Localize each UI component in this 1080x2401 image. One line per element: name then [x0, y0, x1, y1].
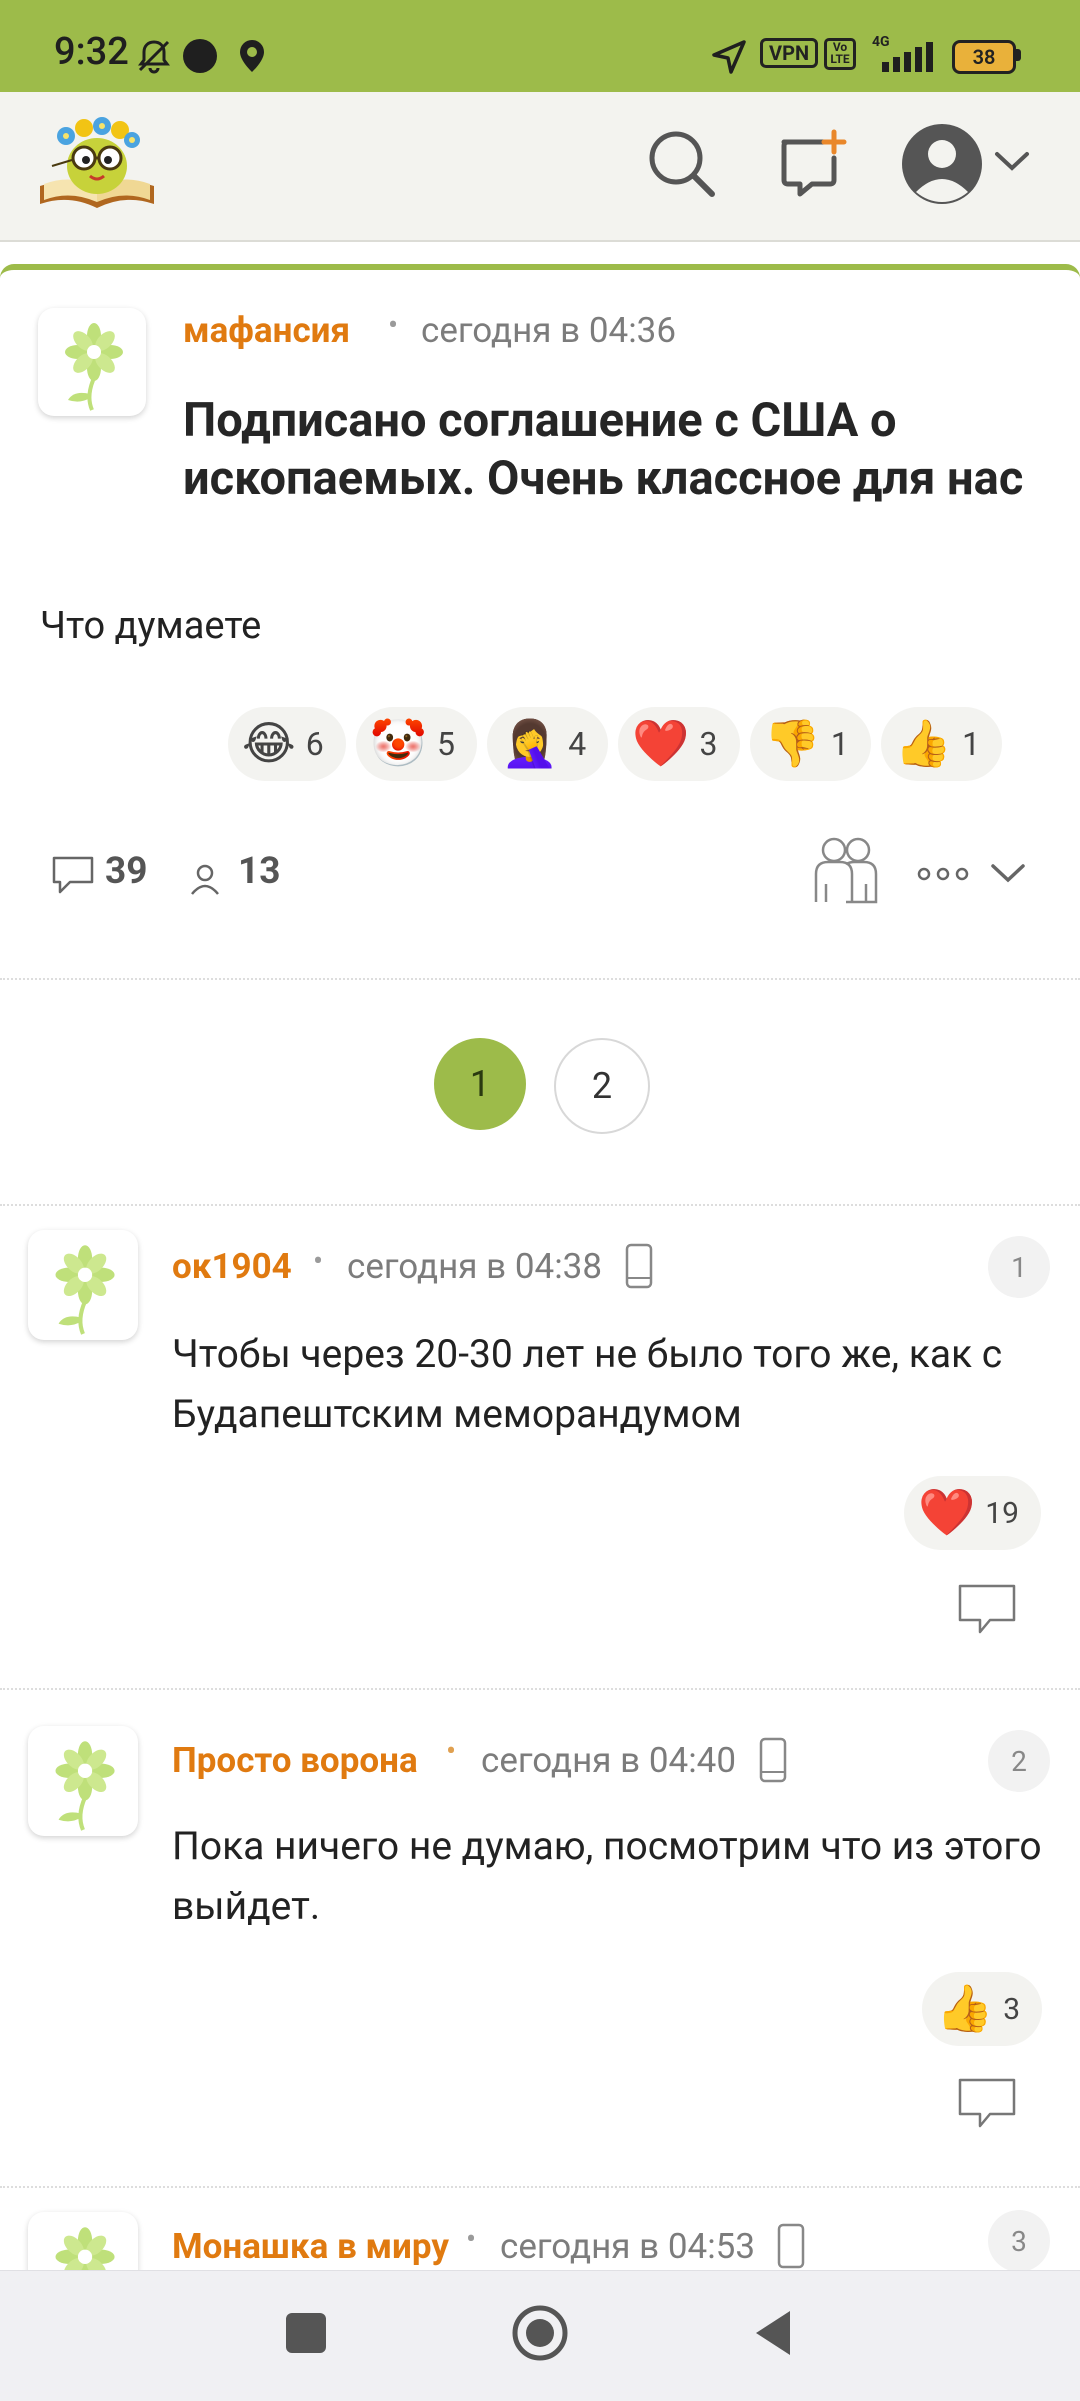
flower-avatar-icon — [55, 2227, 115, 2270]
comment-item: ок1904 • сегодня в 04:38 1 Чтобы через 2… — [0, 1206, 1080, 1686]
post-card: мафансия • сегодня в 04:36 Подписано сог… — [0, 264, 1080, 982]
home-button-icon[interactable] — [510, 2303, 570, 2363]
post-title[interactable]: Подписано соглашение с США о ископаемых.… — [183, 392, 1043, 508]
facepalm-emoji-icon: 🤦‍♀️ — [501, 717, 559, 771]
subscribers-count: 13 — [238, 850, 281, 893]
comment-author[interactable]: Монашка в миру — [172, 2226, 449, 2267]
user-avatar-icon[interactable] — [900, 122, 984, 206]
reaction-thumbs-up[interactable]: 👍 1 — [880, 707, 1003, 781]
heart-emoji-icon: ❤️ — [918, 1486, 976, 1540]
new-post-icon[interactable] — [778, 128, 850, 200]
more-options-icon[interactable] — [916, 862, 970, 886]
subscribe-people-icon[interactable] — [810, 834, 882, 906]
clown-emoji-icon: 🤡 — [369, 717, 428, 771]
reaction-count: 6 — [305, 725, 324, 763]
comment-number: 1 — [988, 1236, 1050, 1298]
comment-bubble-icon[interactable] — [50, 854, 96, 896]
signal-strength-icon — [882, 42, 933, 72]
author-avatar[interactable] — [38, 308, 146, 416]
site-logo[interactable] — [34, 106, 160, 216]
reaction-count: 4 — [568, 725, 587, 763]
reaction-bar: 😂 6 🤡 5 🤦‍♀️ 4 ❤️ 3 👎 1 👍 1 — [228, 707, 1003, 781]
reaction-count: 3 — [699, 725, 718, 763]
mobile-device-icon — [625, 1243, 653, 1289]
reply-icon[interactable] — [956, 2076, 1018, 2132]
divider — [0, 978, 1080, 980]
comment-number: 3 — [988, 2210, 1050, 2270]
reaction-heart[interactable]: ❤️ 19 — [904, 1476, 1042, 1550]
vpn-badge: VPN — [760, 38, 819, 68]
battery-indicator: 38 — [952, 40, 1016, 74]
app-header — [0, 92, 1080, 242]
reaction-thumbs-down[interactable]: 👎 1 — [749, 707, 871, 781]
mobile-device-icon — [759, 1737, 787, 1783]
separator-dot: • — [466, 2222, 477, 2257]
chevron-down-icon[interactable] — [990, 862, 1026, 886]
comment-timestamp: сегодня в 04:53 — [500, 2226, 756, 2267]
reaction-count: 1 — [830, 725, 849, 763]
page-button-1[interactable]: 1 — [434, 1038, 526, 1130]
reaction-count: 19 — [985, 1495, 1020, 1531]
comments-count[interactable]: 39 — [105, 850, 147, 893]
reaction-facepalm[interactable]: 🤦‍♀️ 4 — [487, 707, 609, 781]
comment-avatar[interactable] — [28, 1726, 138, 1836]
recents-button[interactable] — [286, 2313, 326, 2353]
navigation-arrow-icon — [712, 40, 746, 74]
thumbs-up-emoji-icon: 👍 — [936, 1982, 994, 2036]
reaction-clown[interactable]: 🤡 5 — [355, 707, 477, 781]
reaction-count: 5 — [437, 725, 455, 763]
reaction-count: 3 — [1003, 1991, 1021, 2027]
comment-avatar[interactable] — [28, 1230, 138, 1340]
comment-item: Просто ворона • сегодня в 04:40 2 Пока н… — [0, 1690, 1080, 2184]
comment-number: 2 — [988, 1730, 1050, 1792]
flower-avatar-icon — [65, 323, 123, 411]
reaction-heart[interactable]: ❤️ 3 — [618, 707, 740, 781]
comment-text: Чтобы через 20-30 лет не было того же, к… — [172, 1331, 1003, 1437]
heart-emoji-icon: ❤️ — [632, 717, 690, 771]
comment-timestamp: сегодня в 04:38 — [347, 1246, 603, 1287]
reaction-count: 1 — [962, 725, 981, 763]
page-button-2[interactable]: 2 — [554, 1038, 650, 1134]
comment-item: Монашка в миру • сегодня в 04:53 3 — [0, 2188, 1080, 2270]
separator-dot: • — [446, 1734, 457, 1769]
flower-avatar-icon — [55, 1245, 115, 1335]
post-stats-row: 39 13 — [0, 826, 1080, 926]
battery-nub — [1016, 49, 1021, 61]
separator-dot: • — [388, 308, 399, 343]
reply-icon[interactable] — [956, 1582, 1018, 1638]
thumbs-up-emoji-icon: 👍 — [894, 717, 953, 771]
reaction-laugh[interactable]: 😂 6 — [228, 707, 346, 781]
comment-text: Пока ничего не думаю, посмотрим что из э… — [172, 1823, 1042, 1929]
separator-dot: • — [313, 1244, 324, 1279]
volte-badge: Vo LTE — [824, 38, 856, 70]
thumbs-down-emoji-icon: 👎 — [763, 717, 821, 771]
location-pin-icon — [240, 40, 264, 72]
laugh-emoji-icon: 😂 — [242, 717, 296, 771]
chevron-down-icon[interactable] — [994, 150, 1030, 174]
comment-avatar[interactable] — [28, 2212, 138, 2270]
status-bar: 9:32 VPN Vo LTE 4G 38 — [0, 0, 1080, 92]
subscribers-person-icon — [191, 864, 219, 895]
flower-avatar-icon — [55, 1741, 115, 1831]
status-time: 9:32 — [54, 30, 129, 74]
record-dot-icon — [183, 39, 217, 73]
reaction-thumbs-up[interactable]: 👍 3 — [922, 1972, 1043, 2046]
post-body: Что думаете — [40, 604, 262, 648]
post-timestamp: сегодня в 04:36 — [421, 310, 677, 351]
comment-author[interactable]: Просто ворона — [172, 1740, 418, 1781]
comment-author[interactable]: ок1904 — [172, 1246, 292, 1287]
comment-timestamp: сегодня в 04:40 — [481, 1740, 737, 1781]
mobile-device-icon — [777, 2223, 805, 2269]
search-icon[interactable] — [646, 128, 718, 200]
back-button-icon[interactable] — [752, 2309, 794, 2357]
system-nav-bar — [0, 2270, 1080, 2401]
post-author[interactable]: мафансия — [183, 310, 350, 351]
bell-off-icon — [138, 40, 170, 74]
